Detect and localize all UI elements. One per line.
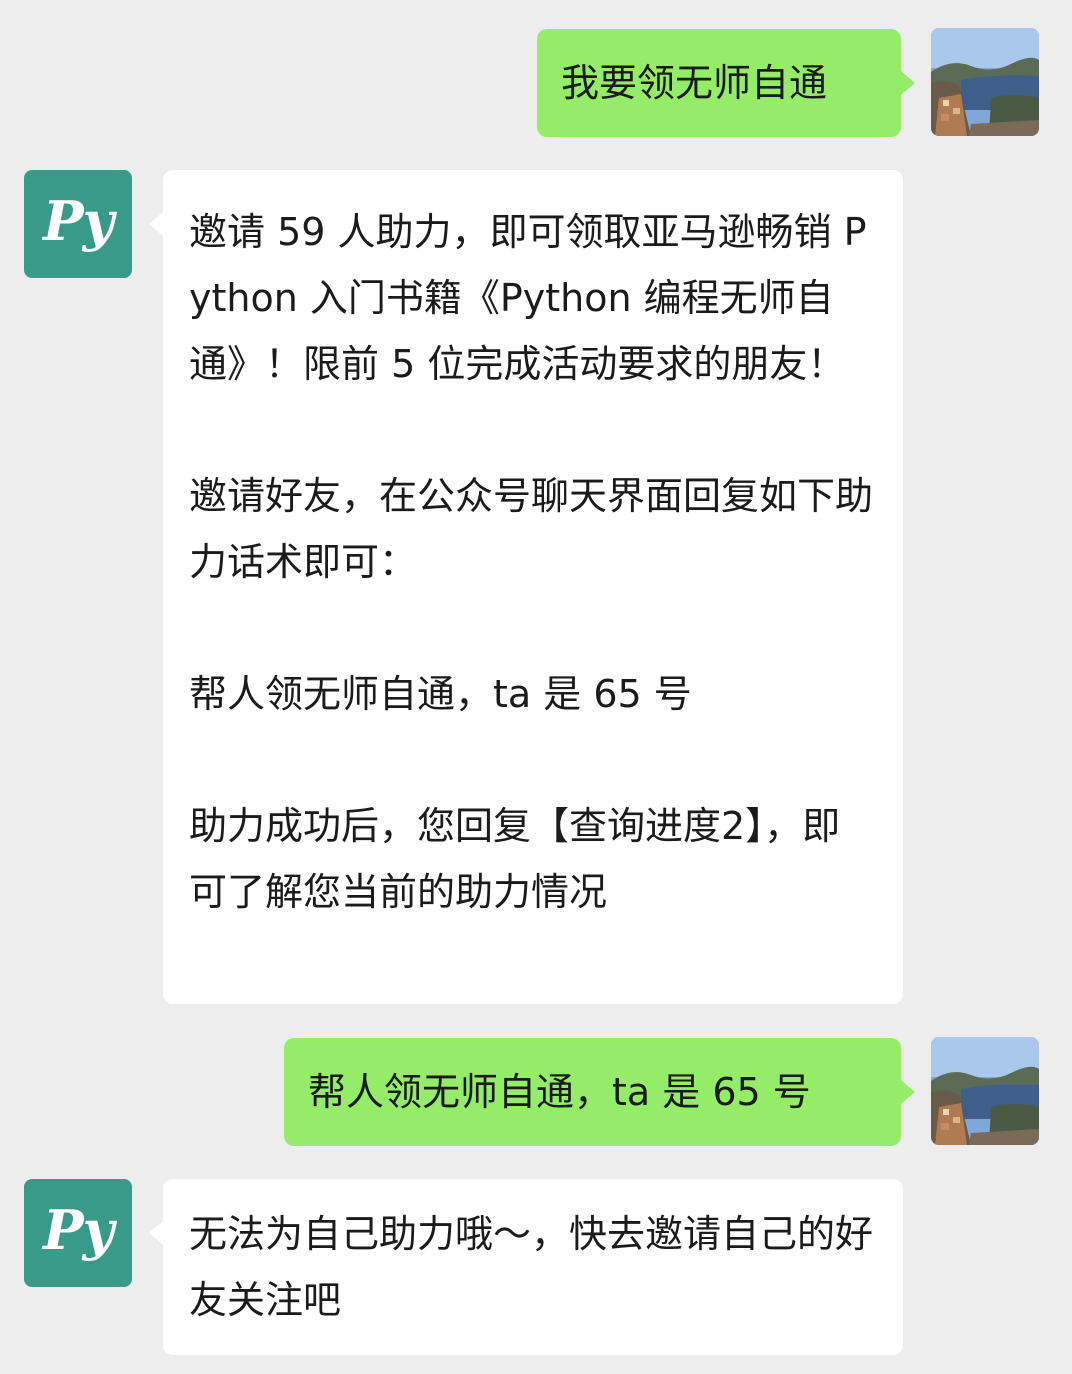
- bot-avatar-label: Py: [43, 189, 114, 253]
- user-avatar-icon[interactable]: [931, 1037, 1039, 1145]
- bubble-tail: [149, 212, 163, 236]
- bot-avatar-label: Py: [43, 1198, 114, 1262]
- user-bubble-2[interactable]: 帮人领无师自通，ta 是 65 号: [284, 1038, 901, 1146]
- user-bubble-1[interactable]: 我要领无师自通: [537, 29, 901, 137]
- bot-bubble-1[interactable]: 邀请 59 人助力，即可领取亚马逊畅销 Python 入门书籍《Python 编…: [163, 170, 903, 1004]
- user-avatar-icon[interactable]: [931, 28, 1039, 136]
- py-logo-icon[interactable]: Py: [24, 170, 132, 278]
- bubble-tail: [149, 1221, 163, 1245]
- py-logo-icon[interactable]: Py: [24, 1179, 132, 1287]
- bubble-tail: [901, 71, 915, 95]
- bot-bubble-2[interactable]: 无法为自己助力哦～，快去邀请自己的好友关注吧: [163, 1179, 903, 1355]
- bubble-tail: [901, 1080, 915, 1104]
